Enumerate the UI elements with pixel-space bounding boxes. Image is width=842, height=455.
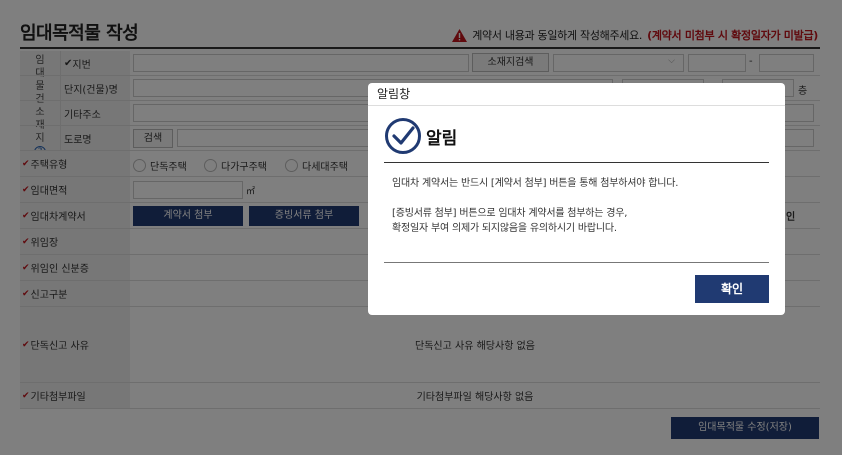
modal-message-line-3: 확정일자 부여 의제가 되지않음을 유의하시기 바랍니다. [392, 223, 617, 234]
modal-divider-top [384, 162, 769, 163]
modal-message-line-1: 임대차 계약서는 반드시 [계약서 첨부] 버튼을 통해 첨부하셔야 합니다. [392, 178, 679, 189]
modal-message-line-2: [증빙서류 첨부] 버튼으로 임대차 계약서를 첨부하는 경우, [392, 208, 628, 219]
modal-header: 알림창 [368, 83, 785, 106]
modal-ok-button[interactable]: 확인 [695, 275, 769, 303]
modal-divider-bottom [384, 262, 769, 263]
modal-title: 알림 [426, 129, 458, 149]
check-circle-icon [385, 118, 421, 154]
alert-modal: 알림창 알림 임대차 계약서는 반드시 [계약서 첨부] 버튼을 통해 첨부하셔… [368, 83, 785, 315]
